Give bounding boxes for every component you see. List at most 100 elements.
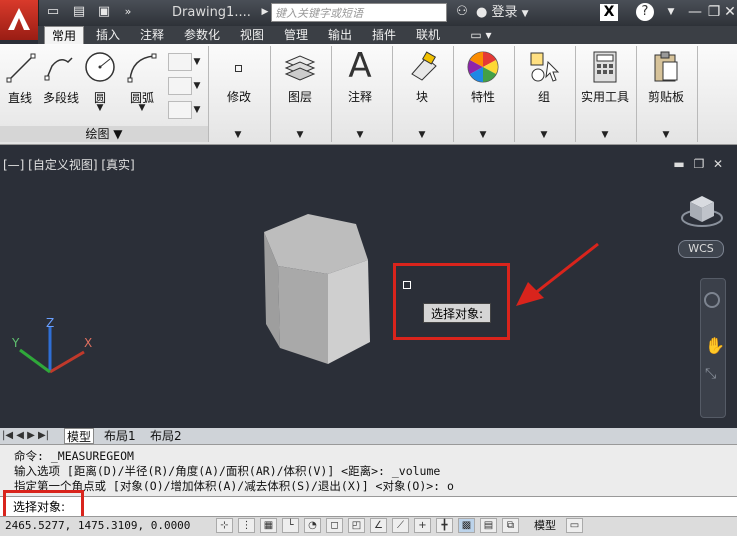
chevron-down-icon[interactable]: ▼ <box>416 130 428 140</box>
chevron-down-icon[interactable]: ▼ <box>192 81 202 91</box>
ribbon-toggle-icon[interactable]: ▭ ▾ <box>466 26 496 44</box>
tab-online[interactable]: 联机 <box>410 26 446 44</box>
ducs-icon[interactable]: ⟋ <box>392 518 409 533</box>
annotate-label[interactable]: 注释 <box>336 88 384 105</box>
layout-nav-arrows[interactable]: |◀ ◀ ▶ ▶| <box>2 428 49 444</box>
tab-layout2[interactable]: 布局2 <box>150 428 182 444</box>
viewport-close-button[interactable]: ✕ <box>711 157 725 171</box>
modify-label[interactable]: 修改 <box>215 88 263 105</box>
tab-parametric[interactable]: 参数化 <box>178 26 226 44</box>
line-label[interactable]: 直线 <box>2 89 38 106</box>
chevron-down-icon[interactable]: ▼ <box>232 130 244 140</box>
chevron-down-icon[interactable]: ▼ <box>538 130 550 140</box>
block-icon[interactable] <box>406 50 440 84</box>
application-menu-button[interactable] <box>0 0 39 40</box>
document-title: Drawing1.... <box>172 5 251 20</box>
open-icon[interactable]: ▤ <box>70 4 88 20</box>
3d-osnap-icon[interactable]: ◰ <box>348 518 365 533</box>
layout-viewport-icon[interactable]: ▭ <box>566 518 583 533</box>
steering-wheel-icon[interactable] <box>704 292 720 308</box>
chevron-down-icon[interactable]: ▼ <box>354 130 366 140</box>
new-icon[interactable]: ▭ <box>44 4 62 20</box>
save-icon[interactable]: ▣ <box>95 4 113 20</box>
selection-cycling-icon[interactable]: ⧉ <box>502 518 519 533</box>
osnap-icon[interactable]: ◻ <box>326 518 343 533</box>
chevron-down-icon[interactable]: ▼ <box>477 130 489 140</box>
calculator-icon[interactable] <box>590 50 620 84</box>
axis-z-label: Z <box>46 316 55 330</box>
chevron-down-icon[interactable]: ▼ <box>192 105 202 115</box>
panel-divider <box>514 46 515 142</box>
text-annotation-icon[interactable]: A <box>345 48 375 84</box>
help-button[interactable]: ? <box>636 3 654 21</box>
polyline-tool-icon[interactable] <box>44 52 76 84</box>
lineweight-icon[interactable]: ╋ <box>436 518 453 533</box>
tab-model[interactable]: 模型 <box>64 428 94 444</box>
viewport-controls-label[interactable]: [—] [自定义视图] [真实] <box>3 156 135 173</box>
snap-icon[interactable]: ⋮ <box>238 518 255 533</box>
layers-label[interactable]: 图层 <box>276 88 324 105</box>
pan-hand-icon[interactable]: ✋ <box>705 336 725 355</box>
tab-annotate[interactable]: 注释 <box>134 26 170 44</box>
layers-icon[interactable] <box>282 50 318 84</box>
arc-tool-icon[interactable] <box>126 52 158 84</box>
exchange-icon[interactable]: X <box>600 4 618 21</box>
red-arrow-annotation <box>516 242 599 306</box>
tab-home[interactable]: 常用 <box>44 26 84 44</box>
utilities-label[interactable]: 实用工具 <box>578 88 632 105</box>
properties-label[interactable]: 特性 <box>459 88 507 105</box>
hexagonal-prism-3d-object[interactable] <box>258 212 378 368</box>
line-tool-icon[interactable] <box>6 52 36 84</box>
zoom-icon[interactable]: ⤡ <box>705 366 716 382</box>
clipboard-label[interactable]: 剪贴板 <box>642 88 690 105</box>
command-input[interactable] <box>0 496 737 517</box>
search-input[interactable]: 键入关键字或短语 <box>271 3 447 22</box>
wcs-menu-button[interactable]: WCS <box>678 240 724 258</box>
modify-icon[interactable] <box>230 60 246 76</box>
ortho-icon[interactable]: └ <box>282 518 299 533</box>
boundary-tool-button[interactable] <box>168 101 192 119</box>
model-space-button[interactable]: 模型 <box>534 518 564 533</box>
polar-icon[interactable]: ◔ <box>304 518 321 533</box>
more-qa-icon[interactable]: » <box>119 4 137 20</box>
dyn-icon[interactable]: + <box>414 518 431 533</box>
rectangle-tool-button[interactable] <box>168 53 192 71</box>
chevron-down-icon[interactable]: ▼ <box>192 57 202 67</box>
viewport-minimize-button[interactable]: ▬ <box>672 157 686 171</box>
polyline-label[interactable]: 多段线 <box>40 89 82 106</box>
transparency-icon[interactable]: ▩ <box>458 518 475 533</box>
tab-insert[interactable]: 插入 <box>90 26 126 44</box>
draw-panel-title[interactable]: 绘图 ▼ <box>0 126 208 142</box>
user-icon: ● <box>476 5 488 20</box>
chevron-down-icon[interactable]: ▼ <box>660 130 672 140</box>
grid-icon[interactable]: ▦ <box>260 518 277 533</box>
arc-chevron-icon[interactable]: ▼ <box>136 103 148 113</box>
clipboard-icon[interactable] <box>651 50 681 84</box>
viewport-restore-button[interactable]: ❐ <box>692 157 706 171</box>
tab-view[interactable]: 视图 <box>234 26 270 44</box>
otrack-icon[interactable]: ∠ <box>370 518 387 533</box>
tab-layout1[interactable]: 布局1 <box>104 428 136 444</box>
axis-x-label: X <box>84 336 93 350</box>
coordinate-readout[interactable]: 2465.5277, 1475.3109, 0.0000 <box>5 519 190 532</box>
chevron-down-icon[interactable]: ▼ <box>599 130 611 140</box>
autocad-logo-icon <box>8 8 30 30</box>
block-label[interactable]: 块 <box>398 88 446 105</box>
group-label[interactable]: 组 <box>520 88 568 105</box>
circle-tool-icon[interactable] <box>84 51 116 83</box>
group-icon[interactable] <box>528 50 562 84</box>
hatch-tool-button[interactable] <box>168 77 192 95</box>
properties-color-wheel-icon[interactable] <box>466 50 500 84</box>
tab-manage[interactable]: 管理 <box>278 26 314 44</box>
viewcube-icon[interactable] <box>680 188 724 230</box>
circle-chevron-icon[interactable]: ▼ <box>94 103 106 113</box>
quick-properties-icon[interactable]: ▤ <box>480 518 497 533</box>
close-button[interactable]: ✕ <box>719 3 737 22</box>
chevron-down-icon[interactable]: ▼ <box>294 130 306 140</box>
tab-output[interactable]: 输出 <box>322 26 358 44</box>
pickbox-cursor <box>403 281 411 289</box>
infer-constraints-icon[interactable]: ⊹ <box>216 518 233 533</box>
login-button[interactable]: ● 登录 ▼ <box>476 3 536 23</box>
help-chevron-icon[interactable]: ▼ <box>660 3 682 22</box>
tab-plugins[interactable]: 插件 <box>366 26 402 44</box>
